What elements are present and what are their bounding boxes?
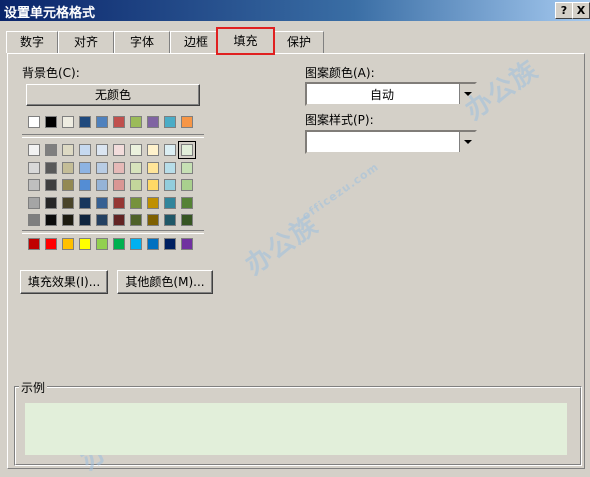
tint-color-swatch[interactable] [181, 214, 193, 226]
theme-color-swatch[interactable] [164, 116, 176, 128]
help-button[interactable]: ? [555, 2, 573, 19]
tint-color-swatch[interactable] [96, 161, 108, 174]
fill-panel: 背景色(C): 无颜色 填充效果(I)... 其他颜色(M)... 图案颜色(A… [7, 53, 585, 469]
tab-fill[interactable]: 填充 [216, 27, 275, 55]
standard-color-swatch[interactable] [79, 238, 91, 250]
tint-color-swatch[interactable] [45, 214, 57, 226]
tint-color-swatch[interactable] [147, 214, 159, 226]
tint-color-swatch[interactable] [113, 144, 125, 156]
tint-color-swatch[interactable] [62, 214, 74, 226]
tab-number[interactable]: 数字 [6, 31, 58, 53]
theme-color-swatch[interactable] [113, 116, 125, 128]
tint-color-swatch[interactable] [130, 214, 142, 226]
tint-color-swatch[interactable] [164, 161, 176, 174]
tint-color-swatch[interactable] [147, 144, 159, 156]
tint-color-swatch[interactable] [147, 196, 159, 209]
tint-color-swatch[interactable] [28, 179, 40, 191]
tint-color-swatch[interactable] [181, 196, 193, 209]
sample-group: 示例 [14, 379, 582, 466]
tint-color-swatch[interactable] [130, 161, 142, 174]
tint-color-swatch[interactable] [28, 161, 40, 174]
title-bar: 设置单元格格式 ? X [0, 0, 590, 21]
tint-color-swatch[interactable] [113, 179, 125, 191]
standard-color-swatch[interactable] [164, 238, 176, 250]
close-button[interactable]: X [572, 2, 590, 19]
tint-color-swatch[interactable] [45, 196, 57, 209]
tint-color-swatch[interactable] [62, 161, 74, 174]
tint-color-swatch[interactable] [62, 144, 74, 156]
more-colors-button[interactable]: 其他颜色(M)... [117, 270, 213, 294]
sample-label: 示例 [19, 379, 48, 396]
tint-color-swatch[interactable] [130, 179, 142, 191]
tint-color-swatch[interactable] [96, 196, 108, 209]
palette-divider [22, 134, 204, 138]
tint-color-swatch[interactable] [45, 179, 57, 191]
background-color-label: 背景色(C): [22, 66, 80, 80]
tab-border[interactable]: 边框 [170, 31, 222, 53]
theme-color-swatch[interactable] [181, 116, 193, 128]
theme-color-swatch[interactable] [28, 116, 40, 128]
tint-color-swatch[interactable] [45, 161, 57, 174]
tint-color-swatch[interactable] [164, 196, 176, 209]
tint-color-swatch[interactable] [181, 179, 193, 191]
tint-color-swatch[interactable] [79, 214, 91, 226]
standard-color-swatch[interactable] [28, 238, 40, 250]
tint-color-swatch[interactable] [113, 161, 125, 174]
pattern-color-label: 图案颜色(A): [305, 66, 375, 80]
standard-color-swatch[interactable] [96, 238, 108, 250]
theme-color-swatch[interactable] [96, 116, 108, 128]
tint-color-swatch[interactable] [113, 214, 125, 226]
tint-color-swatch[interactable] [79, 161, 91, 174]
tint-color-swatch[interactable] [164, 179, 176, 191]
theme-color-swatch[interactable] [147, 116, 159, 128]
tint-color-swatch[interactable] [62, 196, 74, 209]
theme-color-swatch[interactable] [130, 116, 142, 128]
tint-color-swatch[interactable] [45, 144, 57, 156]
tint-color-swatch[interactable] [79, 179, 91, 191]
tint-color-swatch[interactable] [164, 214, 176, 226]
standard-color-swatch[interactable] [181, 238, 193, 250]
pattern-style-combo[interactable] [305, 130, 477, 154]
standard-color-swatch[interactable] [45, 238, 57, 250]
tint-color-swatch[interactable] [96, 144, 108, 156]
sample-preview [25, 403, 567, 455]
theme-color-swatch[interactable] [62, 116, 74, 128]
no-color-button[interactable]: 无颜色 [26, 84, 200, 106]
pattern-style-label: 图案样式(P): [305, 113, 374, 127]
tint-color-swatch[interactable] [130, 196, 142, 209]
tint-color-swatch[interactable] [28, 196, 40, 209]
standard-color-swatch[interactable] [62, 238, 74, 250]
tint-color-swatch[interactable] [62, 179, 74, 191]
tint-color-swatch[interactable] [178, 141, 196, 159]
tint-color-swatch[interactable] [96, 214, 108, 226]
theme-color-swatch[interactable] [79, 116, 91, 128]
tab-protection[interactable]: 保护 [274, 31, 324, 53]
tint-color-swatch[interactable] [147, 179, 159, 191]
standard-color-swatch[interactable] [130, 238, 142, 250]
palette-divider [22, 230, 204, 234]
tab-alignment[interactable]: 对齐 [58, 31, 114, 53]
tab-font[interactable]: 字体 [114, 31, 170, 53]
window-title: 设置单元格格式 [4, 6, 96, 21]
tint-color-swatch[interactable] [79, 196, 91, 209]
tint-color-swatch[interactable] [113, 196, 125, 209]
standard-color-swatch[interactable] [113, 238, 125, 250]
tint-color-swatch[interactable] [96, 179, 108, 191]
pattern-color-combo[interactable]: 自动 [305, 82, 477, 106]
tint-color-swatch[interactable] [164, 144, 176, 156]
theme-color-swatch[interactable] [45, 116, 57, 128]
tint-color-swatch[interactable] [181, 161, 193, 174]
fill-effects-button[interactable]: 填充效果(I)... [20, 270, 108, 294]
pattern-color-value: 自动 [369, 88, 394, 102]
tint-color-swatch[interactable] [79, 144, 91, 156]
tint-color-swatch[interactable] [147, 161, 159, 174]
chevron-down-icon[interactable] [459, 132, 475, 152]
standard-color-swatch[interactable] [147, 238, 159, 250]
tint-color-swatch[interactable] [130, 144, 142, 156]
tint-color-swatch[interactable] [28, 214, 40, 226]
tint-color-swatch[interactable] [28, 144, 40, 156]
